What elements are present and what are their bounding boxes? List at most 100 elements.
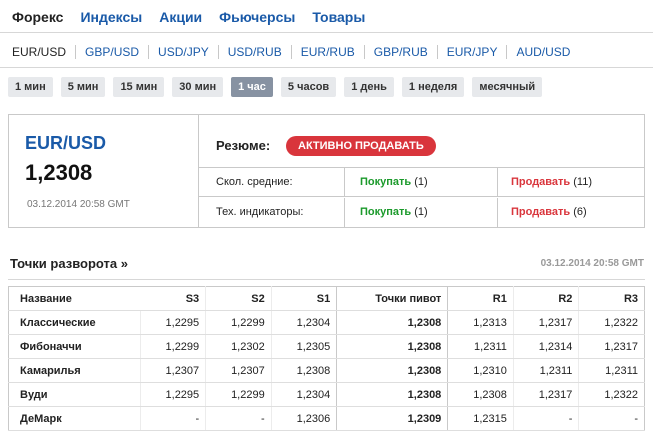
table-row: Классические 1,2295 1,2299 1,2304 1,2308 1,23… [8, 310, 645, 335]
quote-price: 1,2308 [25, 160, 93, 185]
category-tabs: Форекс Индексы Акции Фьючерсы Товары [12, 9, 382, 29]
cell-s1: 1,2304 [270, 310, 337, 335]
cell-r1: 1,2313 [447, 310, 514, 335]
tab-futures[interactable]: Фьючерсы [219, 9, 295, 29]
resume-signal-badge: АКТИВНО ПРОДАВАТЬ [286, 136, 436, 156]
cell-s2: 1,2299 [205, 310, 272, 335]
pair-eur-jpy[interactable]: EUR/JPY [436, 45, 507, 59]
tab-stocks[interactable]: Акции [159, 9, 202, 29]
buy-count: (1) [414, 176, 428, 188]
timeframe-15min-button[interactable]: 15 мин [113, 77, 165, 97]
cell-name: Камарилья [8, 358, 141, 383]
tab-commodities[interactable]: Товары [312, 9, 365, 29]
table-header-row: Название S3 S2 S1 Точки пивот R1 R2 R3 [8, 286, 645, 311]
pivot-divider [8, 279, 645, 280]
cell-r2: 1,2317 [512, 382, 579, 407]
table-row: Вуди 1,2295 1,2299 1,2304 1,2308 1,2308 1,2317… [8, 382, 645, 407]
cell-s2: 1,2302 [205, 334, 272, 359]
pair-aud-usd[interactable]: AUD/USD [506, 45, 570, 59]
cell-r3: 1,2317 [578, 334, 645, 359]
tech-indicators-label: Тех. индикаторы: [216, 206, 304, 218]
pivot-points-title-link[interactable]: Точки разворота » [10, 256, 128, 271]
tech-indicators-row: Тех. индикаторы: Покупать (1) Продавать … [199, 198, 644, 227]
cell-s1: 1,2306 [270, 406, 337, 431]
cell-r1: 1,2311 [447, 334, 514, 359]
quote-box: EUR/USD 1,2308 03.12.2014 20:58 GMT [9, 115, 199, 227]
resume-label: Резюме: [216, 138, 271, 153]
cell-pivot: 1,2308 [336, 382, 449, 407]
cell-r2: 1,2311 [512, 358, 579, 383]
pivot-points-timestamp: 03.12.2014 20:58 GMT [540, 258, 644, 269]
cell-s3: 1,2295 [140, 382, 206, 407]
timeframe-1hour-button[interactable]: 1 час [231, 77, 273, 97]
timeframe-1min-button[interactable]: 1 мин [8, 77, 53, 97]
cell-r1: 1,2308 [447, 382, 514, 407]
cell-r3: 1,2322 [578, 310, 645, 335]
cell-pivot: 1,2309 [336, 406, 449, 431]
column-header-s2: S2 [205, 286, 272, 311]
buy-count: (1) [414, 206, 428, 218]
sell-count: (11) [573, 176, 592, 188]
quote-pair-name[interactable]: EUR/USD [25, 133, 106, 154]
timeframe-5min-button[interactable]: 5 мин [60, 77, 106, 97]
currency-pair-list: EUR/USD GBP/USD USD/JPY USD/RUB EUR/RUB … [12, 44, 570, 60]
column-header-r3: R3 [578, 286, 645, 311]
tech-indicators-buy: Покупать (1) [344, 198, 498, 227]
sell-label: Продавать [511, 176, 571, 188]
cell-pivot: 1,2308 [336, 310, 449, 335]
cell-r1: 1,2310 [447, 358, 514, 383]
moving-averages-sell: Продавать (11) [511, 176, 592, 188]
sell-label: Продавать [511, 206, 571, 218]
timeframe-monthly-button[interactable]: месячный [472, 77, 543, 97]
cell-s2: 1,2307 [205, 358, 272, 383]
cell-r3: 1,2311 [578, 358, 645, 383]
cell-pivot: 1,2308 [336, 334, 449, 359]
timeframe-1day-button[interactable]: 1 день [344, 77, 394, 97]
pair-eur-rub[interactable]: EUR/RUB [290, 45, 364, 59]
tabs-divider [0, 32, 653, 33]
cell-s3: - [140, 406, 206, 431]
table-row: Камарилья 1,2307 1,2307 1,2308 1,2308 1,2310 1… [8, 358, 645, 383]
pair-gbp-rub[interactable]: GBP/RUB [363, 45, 437, 59]
cell-r3: - [578, 406, 645, 431]
timeframe-selector: 1 мин 5 мин 15 мин 30 мин 1 час 5 часов … [8, 77, 550, 97]
table-row: ДеМарк - -1,2306 1,2309 1,2315- - [8, 406, 645, 431]
moving-averages-buy: Покупать (1) [344, 168, 498, 197]
cell-s3: 1,2299 [140, 334, 206, 359]
sell-count: (6) [573, 206, 587, 218]
pairs-divider [0, 67, 653, 68]
technical-summary-panel: EUR/USD 1,2308 03.12.2014 20:58 GMT Резю… [8, 114, 645, 228]
column-header-name: Название [8, 286, 141, 311]
pair-eur-usd[interactable]: EUR/USD [12, 45, 75, 59]
column-header-r1: R1 [447, 286, 514, 311]
cell-name: Классические [8, 310, 141, 335]
column-header-s1: S1 [270, 286, 337, 311]
column-header-pivot: Точки пивот [336, 286, 449, 311]
cell-pivot: 1,2308 [336, 358, 449, 383]
cell-s3: 1,2295 [140, 310, 206, 335]
timeframe-1week-button[interactable]: 1 неделя [401, 77, 465, 97]
pair-gbp-usd[interactable]: GBP/USD [75, 45, 148, 59]
cell-r3: 1,2322 [578, 382, 645, 407]
timeframe-5hours-button[interactable]: 5 часов [280, 77, 337, 97]
moving-averages-label: Скол. средние: [216, 176, 293, 188]
cell-name: ДеМарк [8, 406, 141, 431]
cell-name: Вуди [8, 382, 141, 407]
cell-r2: 1,2317 [512, 310, 579, 335]
pair-usd-rub[interactable]: USD/RUB [217, 45, 291, 59]
pair-usd-jpy[interactable]: USD/JPY [148, 45, 218, 59]
table-row: Фибоначчи 1,2299 1,2302 1,2305 1,2308 1,2311 1… [8, 334, 645, 359]
pivot-points-table: Название S3 S2 S1 Точки пивот R1 R2 R3 К… [8, 286, 645, 431]
cell-r1: 1,2315 [447, 406, 514, 431]
resume-row: Резюме: АКТИВНО ПРОДАВАТЬ [199, 115, 644, 168]
tech-indicators-sell: Продавать (6) [511, 206, 587, 218]
column-header-s3: S3 [140, 286, 206, 311]
column-header-r2: R2 [512, 286, 579, 311]
cell-name: Фибоначчи [8, 334, 141, 359]
buy-label: Покупать [360, 206, 412, 218]
cell-s3: 1,2307 [140, 358, 206, 383]
timeframe-30min-button[interactable]: 30 мин [172, 77, 224, 97]
moving-averages-row: Скол. средние: Покупать (1) Продавать (1… [199, 168, 644, 197]
tab-forex[interactable]: Форекс [12, 9, 63, 29]
tab-indices[interactable]: Индексы [80, 9, 142, 29]
